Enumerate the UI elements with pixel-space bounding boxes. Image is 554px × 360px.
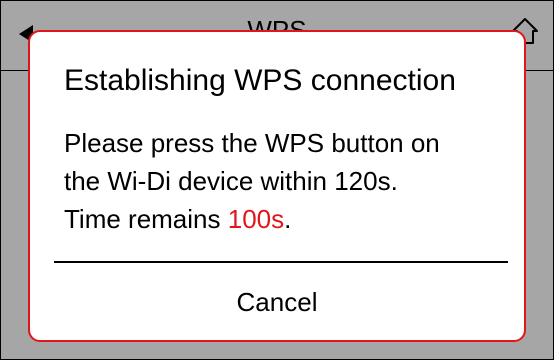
message-line-2: the Wi-Di device within 120s. [64, 166, 398, 196]
message-line-1: Please press the WPS button on [64, 128, 440, 158]
time-remaining-value: 100s [227, 204, 285, 234]
wps-dialog: Establishing WPS connection Please press… [28, 30, 526, 342]
message-line-3-suffix: . [284, 204, 292, 234]
message-line-3: Time remains 100s. [64, 200, 504, 238]
dialog-message: Please press the WPS button on the Wi-Di… [64, 124, 504, 238]
wps-screen: WPS Establishing WPS connection Please p… [0, 0, 554, 360]
time-remains-label: Time remains [64, 204, 228, 234]
dialog-title: Establishing WPS connection [64, 64, 456, 97]
cancel-button[interactable]: Cancel [32, 278, 522, 326]
dialog-divider [54, 261, 508, 263]
